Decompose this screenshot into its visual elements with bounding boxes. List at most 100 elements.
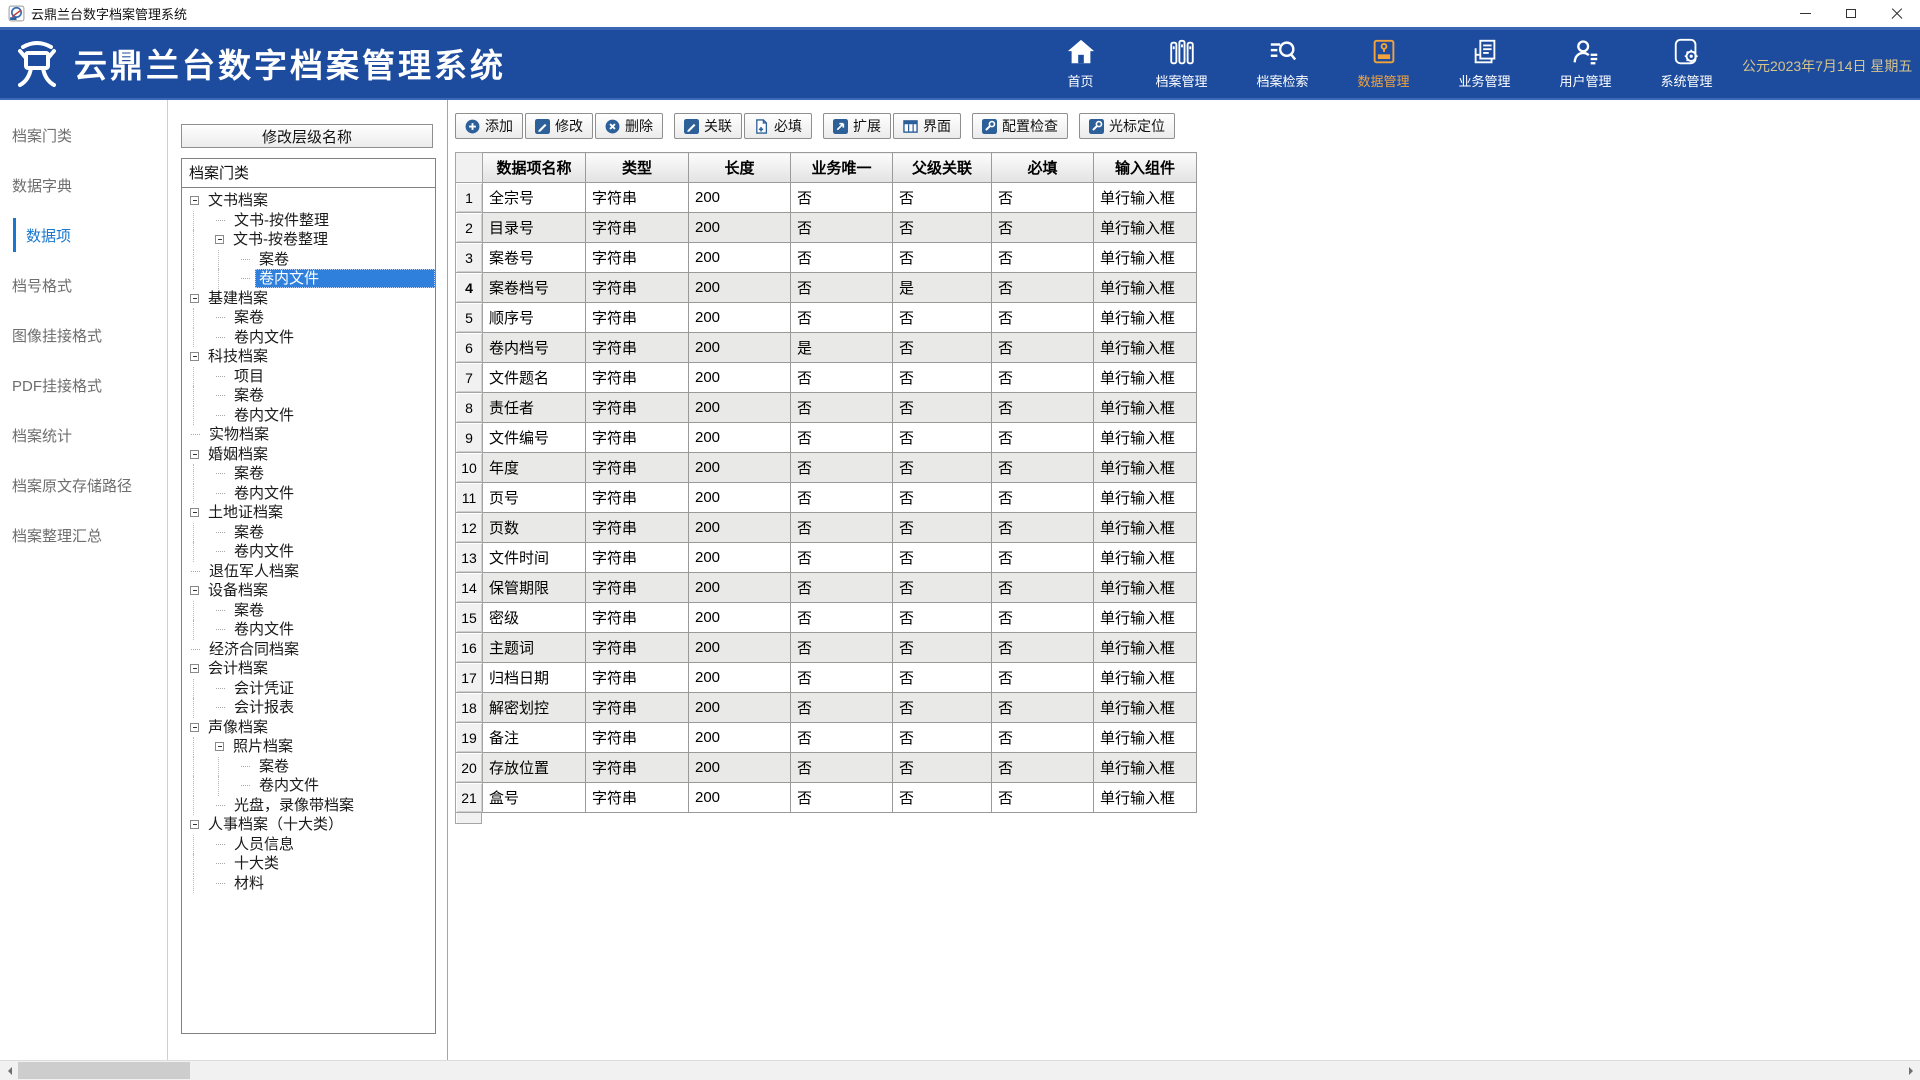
nav-item-home[interactable]: 首页 [1030,27,1131,100]
row-number-cell[interactable]: 1 [456,183,483,213]
nav-item-archive[interactable]: 档案管理 [1131,27,1232,100]
tree-node[interactable]: 声像档案 [189,718,435,738]
table-row[interactable]: 11页号字符串200否否否单行输入框 [456,483,1197,513]
collapse-toggle-icon[interactable] [215,742,224,751]
link-button[interactable]: 关联 [674,113,742,139]
tree-node[interactable]: 案卷 [189,308,435,328]
ui-button[interactable]: 界面 [893,113,961,139]
row-number-cell[interactable]: 20 [456,753,483,783]
scroll-right-arrow[interactable] [1902,1061,1920,1080]
row-number-cell[interactable]: 11 [456,483,483,513]
sidebar-item-7[interactable]: 档案统计 [0,410,167,460]
row-number-cell[interactable]: 12 [456,513,483,543]
tree-node[interactable]: 卷内文件 [189,620,435,640]
table-row[interactable]: 20存放位置字符串200否否否单行输入框 [456,753,1197,783]
scroll-thumb[interactable] [18,1062,190,1079]
tree-node[interactable]: 设备档案 [189,581,435,601]
collapse-toggle-icon[interactable] [190,196,199,205]
tree-node[interactable]: 实物档案 [189,425,435,445]
tree-node[interactable]: 十大类 [189,854,435,874]
tree-node[interactable]: 文书-按卷整理 [189,230,435,250]
row-number-cell[interactable]: 5 [456,303,483,333]
table-row[interactable]: 6卷内档号字符串200是否否单行输入框 [456,333,1197,363]
table-row[interactable]: 5顺序号字符串200否否否单行输入框 [456,303,1197,333]
table-row[interactable]: 12页数字符串200否否否单行输入框 [456,513,1197,543]
table-row[interactable]: 10年度字符串200否否否单行输入框 [456,453,1197,483]
tree-node[interactable]: 退伍军人档案 [189,562,435,582]
table-row[interactable]: 17归档日期字符串200否否否单行输入框 [456,663,1197,693]
tree-node[interactable]: 卷内文件 [189,328,435,348]
add-button[interactable]: 添加 [455,113,523,139]
tree-node[interactable]: 会计报表 [189,698,435,718]
tree-node[interactable]: 文书-按件整理 [189,211,435,231]
tree-node[interactable]: 照片档案 [189,737,435,757]
tree-node[interactable]: 会计档案 [189,659,435,679]
row-number-cell[interactable]: 7 [456,363,483,393]
tree-node[interactable]: 人事档案（十大类） [189,815,435,835]
nav-item-search[interactable]: 档案检索 [1232,27,1333,100]
row-number-cell[interactable]: 6 [456,333,483,363]
tree-node[interactable]: 土地证档案 [189,503,435,523]
tree-node[interactable]: 经济合同档案 [189,640,435,660]
row-number-cell[interactable]: 4 [456,273,483,303]
sidebar-item-8[interactable]: 档案原文存储路径 [0,460,167,510]
nav-item-business[interactable]: 业务管理 [1434,27,1535,100]
sidebar-item-1[interactable]: 档案门类 [0,110,167,160]
rename-level-button[interactable]: 修改层级名称 [181,124,433,148]
table-row[interactable]: 21盒号字符串200否否否单行输入框 [456,783,1197,813]
tree-node[interactable]: 案卷 [189,757,435,777]
table-row[interactable]: 3案卷号字符串200否否否单行输入框 [456,243,1197,273]
tree-node[interactable]: 项目 [189,367,435,387]
nav-item-system[interactable]: 系统管理 [1636,27,1737,100]
edit-button[interactable]: 修改 [525,113,593,139]
table-row[interactable]: 14保管期限字符串200否否否单行输入框 [456,573,1197,603]
table-row[interactable]: 4案卷档号字符串200否是否单行输入框 [456,273,1197,303]
cursor-locate-button[interactable]: 光标定位 [1079,113,1175,139]
nav-item-user[interactable]: 用户管理 [1535,27,1636,100]
row-number-cell[interactable]: 16 [456,633,483,663]
tree-node[interactable]: 文书档案 [189,191,435,211]
row-number-cell[interactable]: 18 [456,693,483,723]
row-number-cell[interactable]: 19 [456,723,483,753]
scroll-left-arrow[interactable] [0,1061,18,1080]
row-number-cell[interactable]: 2 [456,213,483,243]
row-number-cell[interactable]: 13 [456,543,483,573]
collapse-toggle-icon[interactable] [190,450,199,459]
tree-node[interactable]: 基建档案 [189,289,435,309]
tree-node[interactable]: 光盘，录像带档案 [189,796,435,816]
tree-node[interactable]: 人员信息 [189,835,435,855]
tree-node[interactable]: 卷内文件 [189,484,435,504]
table-row[interactable]: 18解密划控字符串200否否否单行输入框 [456,693,1197,723]
tree-node[interactable]: 材料 [189,874,435,894]
row-number-cell[interactable]: 14 [456,573,483,603]
tree-node[interactable]: 婚姻档案 [189,445,435,465]
minimize-button[interactable] [1782,0,1828,27]
config-check-button[interactable]: 配置检查 [972,113,1068,139]
table-row[interactable]: 1全宗号字符串200否否否单行输入框 [456,183,1197,213]
tree-node[interactable]: 卷内文件 [189,542,435,562]
sidebar-item-5[interactable]: 图像挂接格式 [0,310,167,360]
tree-node[interactable]: 案卷 [189,250,435,270]
collapse-toggle-icon[interactable] [190,352,199,361]
sidebar-item-3[interactable]: 数据项 [0,210,167,260]
tree-node[interactable]: 案卷 [189,386,435,406]
row-number-cell[interactable]: 8 [456,393,483,423]
tree-node[interactable]: 科技档案 [189,347,435,367]
expand-button[interactable]: 扩展 [823,113,891,139]
collapse-toggle-icon[interactable] [215,235,224,244]
tree-node[interactable]: 会计凭证 [189,679,435,699]
table-row[interactable]: 2目录号字符串200否否否单行输入框 [456,213,1197,243]
collapse-toggle-icon[interactable] [190,508,199,517]
sidebar-item-9[interactable]: 档案整理汇总 [0,510,167,560]
tree-node[interactable]: 卷内文件 [189,269,435,289]
nav-item-database[interactable]: 数据管理 [1333,27,1434,100]
row-number-cell[interactable]: 17 [456,663,483,693]
table-row[interactable]: 13文件时间字符串200否否否单行输入框 [456,543,1197,573]
collapse-toggle-icon[interactable] [190,664,199,673]
row-number-cell[interactable]: 9 [456,423,483,453]
table-row[interactable]: 15密级字符串200否否否单行输入框 [456,603,1197,633]
sidebar-item-4[interactable]: 档号格式 [0,260,167,310]
tree-node[interactable]: 卷内文件 [189,406,435,426]
sidebar-item-2[interactable]: 数据字典 [0,160,167,210]
delete-button[interactable]: 删除 [595,113,663,139]
